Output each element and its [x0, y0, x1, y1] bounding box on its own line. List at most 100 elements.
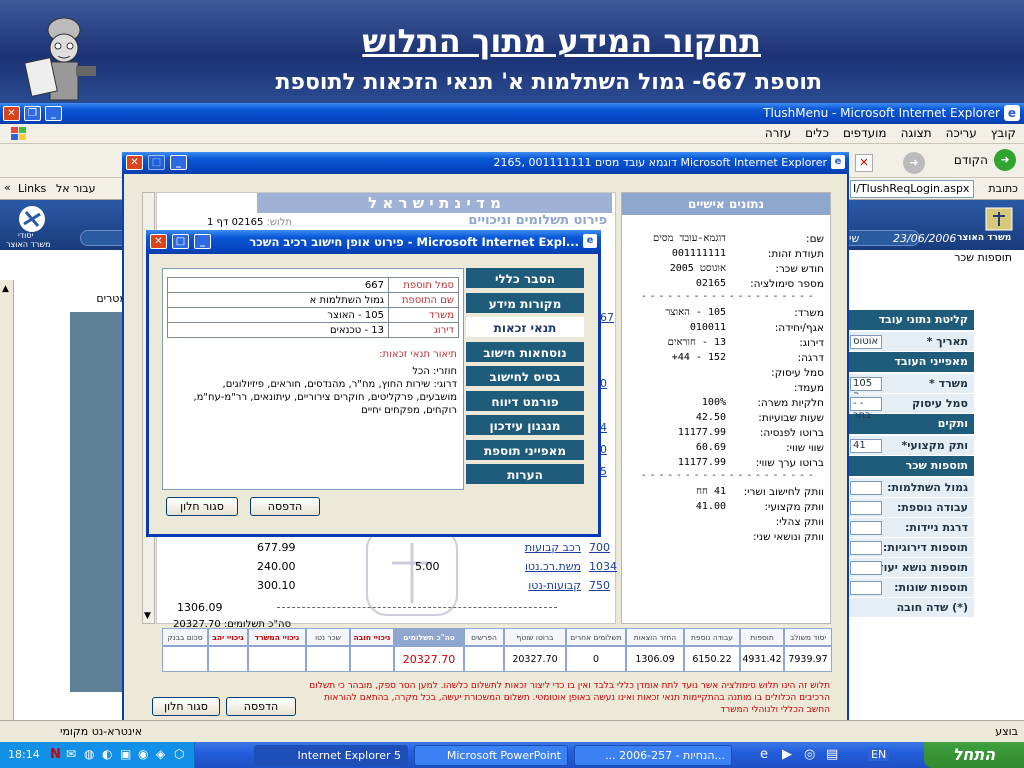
close-icon[interactable]: ✕: [150, 234, 167, 249]
maximize-icon[interactable]: □: [148, 155, 165, 170]
field-input[interactable]: [850, 521, 882, 535]
field-row[interactable]: סמל עיסוק - - בחר: [846, 394, 974, 421]
field-row[interactable]: גמול השתלמות:: [846, 478, 974, 498]
close-icon[interactable]: ✕: [3, 106, 20, 121]
calc-close-button[interactable]: סגור חלון: [166, 497, 238, 516]
field-input[interactable]: [850, 541, 882, 555]
personal-label: סמל עיסוק:: [771, 367, 824, 379]
close-icon[interactable]: ✕: [126, 155, 143, 170]
forward-icon[interactable]: ➜: [903, 152, 925, 174]
calc-print-button[interactable]: הדפסה: [250, 497, 320, 516]
start-button[interactable]: התחל: [924, 742, 1024, 768]
nav-item[interactable]: הערות: [466, 464, 584, 486]
tray-monitor-icon[interactable]: ▣: [120, 747, 131, 761]
menu-help[interactable]: עזרה: [765, 126, 791, 140]
menu-edit[interactable]: עריכה: [946, 126, 977, 140]
minimize-icon[interactable]: _: [170, 155, 187, 170]
chevron-left-icon[interactable]: «: [4, 181, 11, 194]
personal-value: 105 - האוצר: [665, 307, 726, 318]
close-window-button[interactable]: סגור חלון: [152, 697, 220, 716]
scroll-up-icon[interactable]: ▲: [2, 284, 9, 294]
field-row[interactable]: תוספות שונות:: [846, 578, 974, 598]
field-input[interactable]: [850, 481, 882, 495]
field-row[interactable]: תוספות דירוגיות:: [846, 538, 974, 558]
personal-row: דירוג: 13 - חוראים: [628, 337, 824, 351]
row-name[interactable]: קבועות-נטו: [497, 579, 581, 592]
links-label[interactable]: Links: [18, 182, 46, 195]
tray-mail-icon[interactable]: ✉: [66, 747, 76, 761]
slip-info: תלוש: 02165 דף 1: [192, 217, 292, 231]
minimize-icon[interactable]: _: [194, 234, 211, 249]
tray-network-icon[interactable]: ◍: [84, 747, 94, 761]
field-row[interactable]: דרגת ניידות:: [846, 518, 974, 538]
personal-value: 60.69: [695, 442, 726, 453]
task-powerpoint[interactable]: Microsoft PowerPoint: [414, 745, 568, 766]
scroll-down-icon[interactable]: ▼: [144, 611, 151, 621]
field-input[interactable]: [850, 581, 882, 595]
row-code[interactable]: 750: [589, 579, 610, 592]
page-scroll-strip[interactable]: ▲: [0, 280, 14, 720]
field-input[interactable]: [850, 501, 882, 515]
field-input[interactable]: - - בחר: [850, 397, 882, 421]
row-name[interactable]: משת.רכ.נטו: [497, 560, 581, 573]
field-row[interactable]: תאריך * אוטוס: [846, 332, 974, 352]
menu-view[interactable]: תצוגה: [901, 126, 932, 140]
grid-value: 1306.09: [626, 646, 684, 672]
language-indicator[interactable]: EN: [868, 748, 890, 761]
maximize-icon[interactable]: □: [172, 234, 189, 249]
stop-icon[interactable]: ✕: [855, 154, 873, 172]
nav-item[interactable]: נוסחאות חישוב: [466, 341, 584, 364]
row-name[interactable]: רכב קבועות: [497, 541, 581, 554]
minimize-icon[interactable]: _: [45, 106, 62, 121]
nav-item[interactable]: הסבר כללי: [466, 268, 584, 290]
tray-shield-icon[interactable]: ⬡: [174, 747, 184, 761]
quicklaunch-desktop-icon[interactable]: ▤: [826, 747, 838, 762]
go-label[interactable]: עבור אל: [56, 182, 96, 195]
quicklaunch-media-icon[interactable]: ▶: [782, 747, 792, 762]
personal-label: וותק מקצועי:: [764, 501, 824, 513]
back-button[interactable]: ➜ הקודם: [940, 149, 1016, 173]
tray-app-icon[interactable]: ◉: [138, 747, 148, 761]
field-row[interactable]: תוספות נושא יעוד:: [846, 558, 974, 578]
quicklaunch-explorer-icon[interactable]: ◎: [804, 747, 815, 762]
field-row[interactable]: משרד * 105 ה: [846, 374, 974, 401]
menu-tools[interactable]: כלים: [805, 126, 829, 140]
field-input[interactable]: 41: [850, 439, 882, 453]
personal-label: שווי שווי:: [786, 442, 824, 454]
tray-extra-icon[interactable]: ◈: [156, 747, 165, 761]
desc-label: תיאור תנאי זכאות:: [379, 349, 457, 360]
nav-item[interactable]: מנגנון עידכון: [466, 415, 584, 437]
field-label: תאריך *: [926, 335, 968, 348]
personal-label: דירוג:: [799, 337, 824, 349]
nav-item[interactable]: בסיס לחישוב: [466, 366, 584, 388]
print-button[interactable]: הדפסה: [226, 697, 296, 716]
address-input[interactable]: I/TlushReqLogin.aspx: [850, 180, 974, 198]
tab-salary-additions[interactable]: תוספות שכר: [916, 251, 1012, 265]
task-hanchayot[interactable]: ...הנחיות - 2006-257 ...: [574, 745, 732, 766]
field-row[interactable]: ותק מקצועי* 41: [846, 436, 974, 456]
personal-header: נתונים אישיים: [622, 193, 830, 215]
nav-item[interactable]: מאפייני תוספת: [466, 439, 584, 462]
tray-n-icon[interactable]: N: [50, 747, 61, 762]
field-input[interactable]: 105 ה: [850, 377, 882, 401]
restore-icon[interactable]: ❐: [24, 106, 41, 121]
menu-favorites[interactable]: מועדפים: [843, 126, 887, 140]
report-rows: 677.99 700 רכב קבועות 240.00 5.00 1034 משת.רכ.…: [157, 541, 617, 601]
nav-item[interactable]: פורמט דיווח: [466, 390, 584, 413]
personal-label: שם:: [806, 233, 824, 245]
field-row[interactable]: עבודה נוספת:: [846, 498, 974, 518]
field-input[interactable]: אוטוס: [850, 335, 882, 349]
nav-item[interactable]: מקורות מידע: [466, 292, 584, 315]
row-code[interactable]: 700: [589, 541, 610, 554]
menu-file[interactable]: קובץ: [991, 126, 1016, 140]
nav-item[interactable]: תנאי זכאות: [466, 317, 584, 339]
status-done: בוצע: [995, 725, 1018, 738]
field-row[interactable]: (*) שדה חובה: [846, 598, 974, 618]
personal-row: חודש שכר: אוגוסט 2005: [628, 263, 824, 277]
task-internet-explorer[interactable]: Internet Explorer 5: [254, 745, 408, 766]
row-code[interactable]: 1034: [589, 560, 617, 573]
grid-value: [162, 646, 208, 672]
quicklaunch-ie-icon[interactable]: e: [760, 747, 768, 762]
tray-volume-icon[interactable]: ◐: [102, 747, 112, 761]
field-input[interactable]: [850, 561, 882, 575]
